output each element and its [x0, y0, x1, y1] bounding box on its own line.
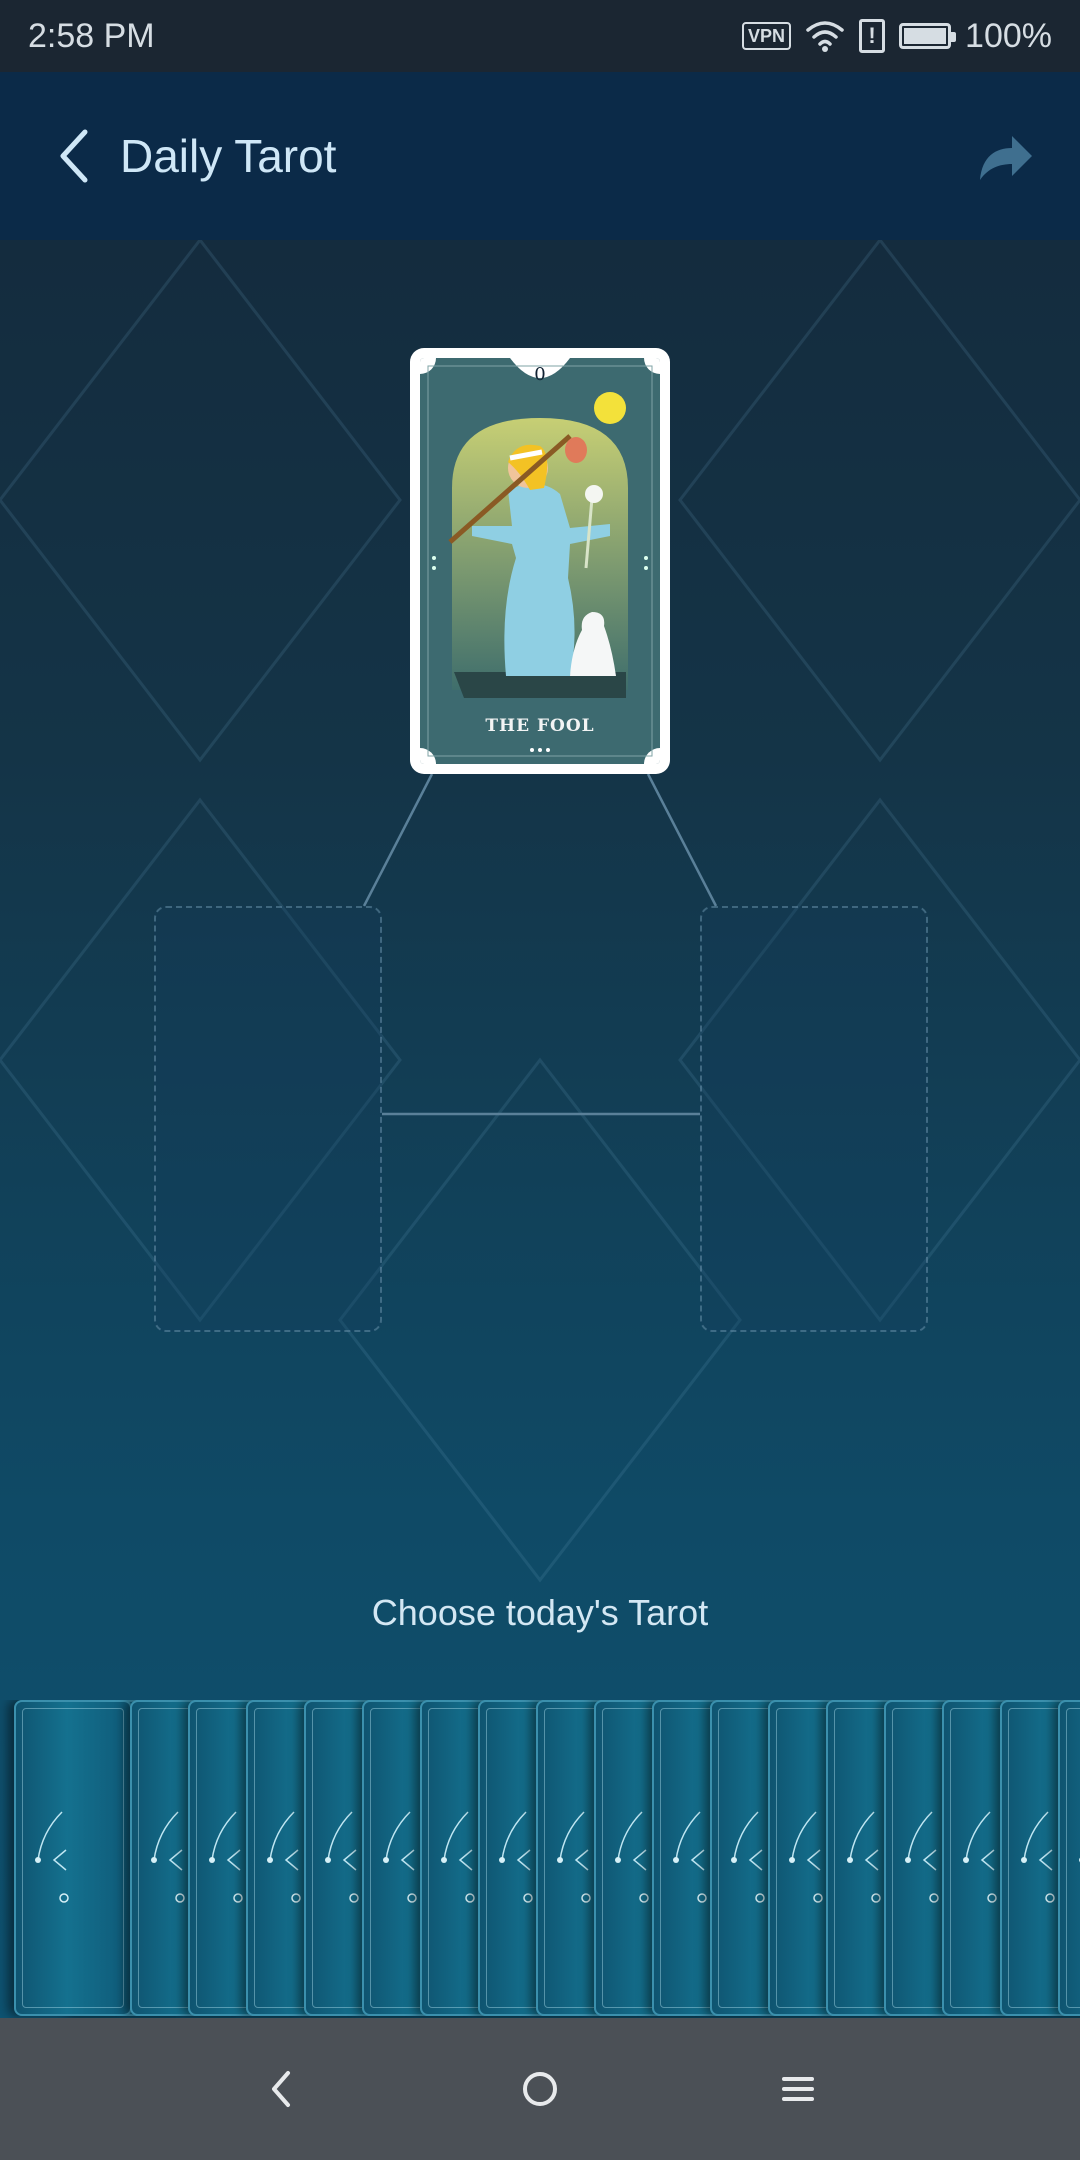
deck-card-1[interactable]: [14, 1700, 132, 2016]
battery-percent: 100%: [965, 16, 1052, 55]
tarot-deck[interactable]: [0, 1700, 1080, 2018]
empty-card-slot-right[interactable]: [700, 906, 928, 1332]
system-nav-bar: [0, 2018, 1080, 2160]
card-name: THE FOOL: [485, 716, 595, 736]
card-back-art: [1079, 1857, 1080, 1863]
chevron-left-icon: [60, 129, 88, 183]
nav-back-icon: [272, 2071, 290, 2107]
status-icons: VPN ! 100%: [742, 17, 1052, 56]
share-arrow-icon: [980, 136, 1032, 180]
vpn-icon: VPN: [742, 22, 792, 50]
app-bar: Daily Tarot: [0, 72, 1080, 240]
status-bar: 2:58 PM VPN ! 100%: [0, 0, 1080, 72]
card-back-art: [35, 1811, 69, 1903]
wifi-icon: [806, 21, 844, 52]
selected-tarot-card[interactable]: 0 THE FOOL: [410, 348, 670, 774]
card-face: 0 THE FOOL: [420, 358, 660, 764]
nav-home-icon: [523, 2072, 557, 2106]
back-button[interactable]: [30, 96, 120, 216]
page-title: Daily Tarot: [120, 130, 337, 182]
status-time: 2:58 PM: [28, 16, 155, 55]
fool-illustration: [420, 358, 660, 764]
nav-home-button[interactable]: [505, 2054, 575, 2124]
sim-alert-icon: !: [859, 19, 886, 53]
battery-icon: [899, 23, 957, 49]
deck-card-19[interactable]: [1058, 1700, 1080, 2016]
choose-prompt: Choose today's Tarot: [371, 1592, 709, 1633]
nav-menu-button[interactable]: [763, 2054, 833, 2124]
empty-card-slot-left[interactable]: [154, 906, 382, 1332]
nav-menu-icon: [782, 2077, 814, 2101]
share-button[interactable]: [970, 122, 1040, 192]
card-number: 0: [534, 364, 546, 385]
nav-back-button[interactable]: [246, 2054, 316, 2124]
